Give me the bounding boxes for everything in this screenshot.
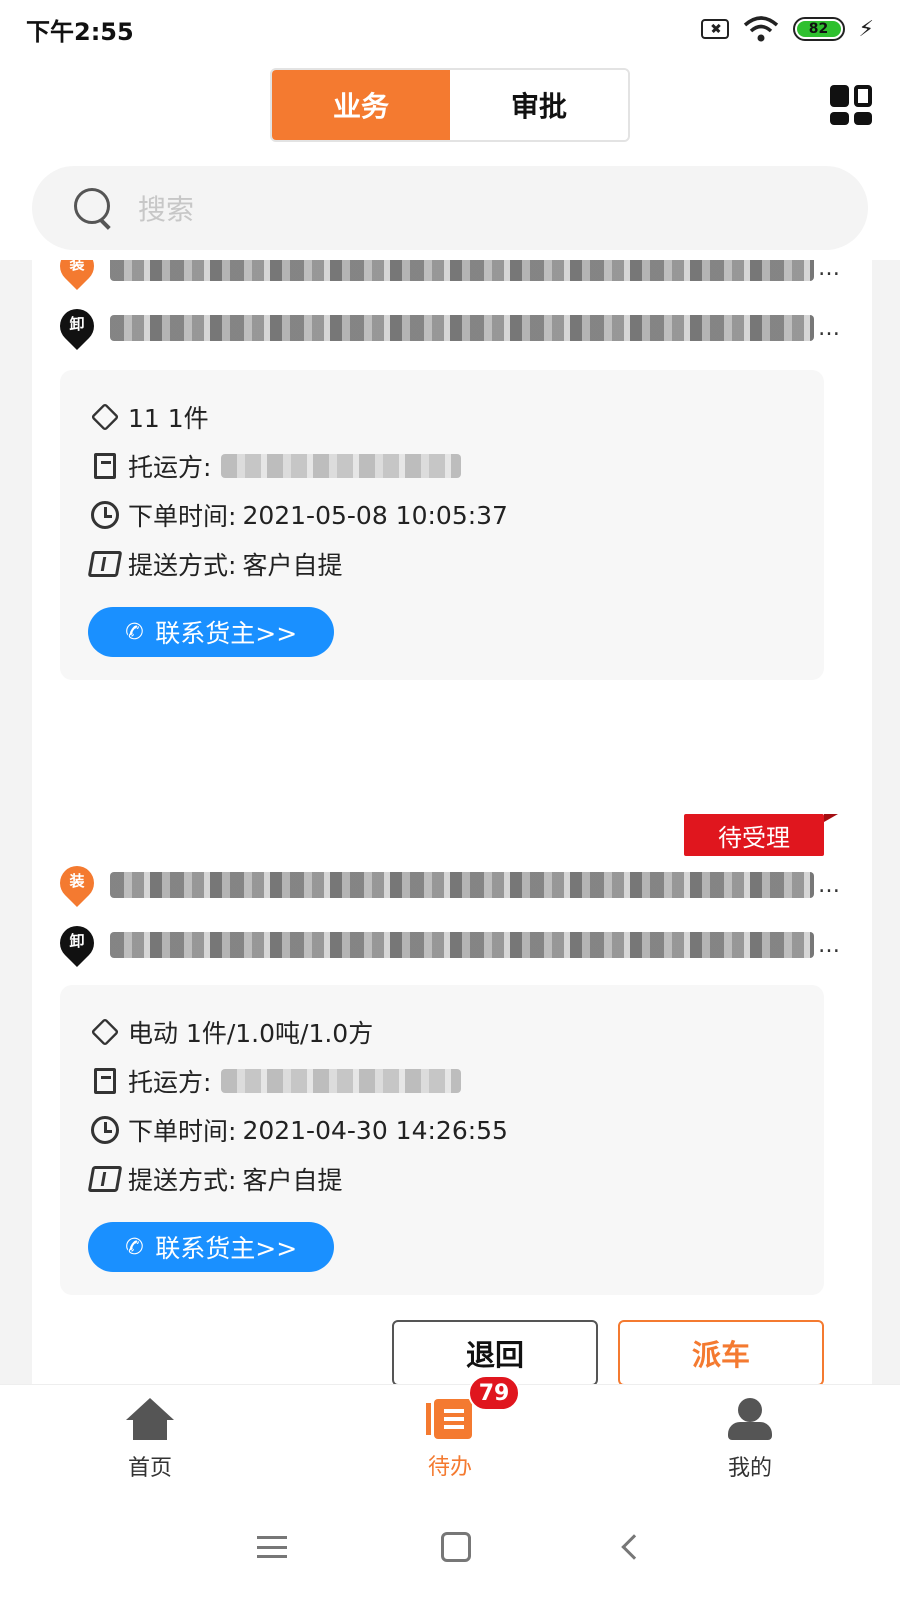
todo-list-icon [426,1398,474,1441]
order-time-label: 下单时间: [128,1117,237,1146]
load-address-blurred [110,872,814,898]
goods-row: 电动 1件/1.0吨/1.0方 [90,1015,373,1049]
order-time-row: 下单时间: 2021-04-30 14:26:55 [90,1113,508,1147]
phone-icon: ✆ [122,618,146,646]
box-icon [90,1017,120,1047]
tab-home[interactable]: 首页 [0,1385,300,1494]
search-area: 搜索 [0,160,900,260]
tab-approval[interactable]: 审批 [450,70,628,140]
header: 业务 审批 [0,58,900,160]
order-time-row: 下单时间: 2021-05-08 10:05:37 [90,498,508,532]
building-icon [90,451,120,481]
unload-address-row: 卸 … [52,301,840,351]
search-placeholder: 搜索 [138,193,195,226]
load-pin-icon: 装 [52,260,102,291]
back-icon[interactable] [621,1534,647,1560]
status-bar: 下午2:55 82 ⚡ [0,0,900,58]
shipper-row: 托运方: [90,449,462,483]
segment-control: 业务 审批 [270,68,630,142]
clock-icon [90,1115,120,1145]
status-badge: 待受理 [684,814,838,856]
contact-label: 联系货主>> [155,1234,298,1263]
contact-label: 联系货主>> [155,619,298,648]
order-info-box: 11 1件 托运方: 下单时间: 2021-05-08 10:05:37 提送方… [60,370,824,680]
todo-count-badge: 79 [468,1375,520,1411]
tab-mine-label: 我的 [727,1455,772,1481]
status-time: 下午2:55 [26,17,134,46]
order-time-value: 2021-05-08 10:05:37 [242,500,508,530]
home-button-icon[interactable] [441,1532,471,1562]
unload-address-row: 卸 … [52,918,840,968]
load-address-blurred [110,260,814,281]
goods-row: 11 1件 [90,400,209,434]
recent-apps-icon[interactable] [257,1536,287,1558]
box-icon [90,402,120,432]
unload-pin-icon: 卸 [52,918,102,968]
order-info-box: 电动 1件/1.0吨/1.0方 托运方: 下单时间: 2021-04-30 14… [60,985,824,1295]
load-pin-icon: 装 [52,858,102,908]
search-input[interactable]: 搜索 [32,166,868,250]
no-sim-icon [700,19,729,39]
delivery-row: 提送方式: 客户自提 [87,1162,343,1196]
search-icon [74,188,114,228]
unload-pin-icon: 卸 [52,301,102,351]
shipper-name-blurred [221,454,462,478]
order-time-label: 下单时间: [128,502,237,531]
home-icon [124,1397,176,1442]
delivery-label: 提送方式: [128,1166,237,1195]
delivery-value: 客户自提 [242,551,343,580]
charging-icon: ⚡ [858,16,874,42]
system-nav-bar [0,1494,900,1600]
tab-todo[interactable]: 待办 [300,1385,600,1494]
order-list[interactable]: 装 … 卸 … 11 1件 托运方: 下单时间: 2021-05-08 10:0… [0,260,900,1384]
order-time-value: 2021-04-30 14:26:55 [242,1115,508,1145]
tab-business[interactable]: 业务 [272,70,450,140]
tab-mine[interactable]: 我的 [600,1385,900,1494]
contact-shipper-button[interactable]: ✆ 联系货主>> [88,1222,334,1272]
order-card: 待受理 装 … 卸 … 电动 1件/1.0吨/1.0方 托运方: 下单时间: 2… [32,814,872,1384]
delivery-row: 提送方式: 客户自提 [87,547,343,581]
shipper-name-blurred [221,1069,462,1093]
map-icon [87,549,123,579]
bottom-tab-bar: 首页 待办 我的 79 [0,1375,900,1494]
wifi-icon [743,16,778,42]
tab-home-label: 首页 [127,1455,172,1481]
battery-level: 82 [796,21,841,37]
contact-shipper-button[interactable]: ✆ 联系货主>> [88,607,334,657]
battery-icon: 82 [792,17,845,41]
goods-text: 电动 1件/1.0吨/1.0方 [128,1019,374,1048]
unload-address-blurred [110,315,814,341]
clock-icon [90,500,120,530]
goods-text: 11 1件 [128,404,209,433]
shipper-label: 托运方: [128,453,212,482]
load-address-row: 装 … [52,858,840,908]
shipper-label: 托运方: [128,1068,212,1097]
status-icons: 82 ⚡ [700,15,874,43]
unload-address-blurred [110,932,814,958]
tab-todo-label: 待办 [427,1454,472,1480]
building-icon [90,1066,120,1096]
map-icon [87,1164,123,1194]
delivery-label: 提送方式: [128,551,237,580]
apps-grid-icon[interactable] [830,85,872,125]
user-icon [726,1397,774,1442]
delivery-value: 客户自提 [242,1166,343,1195]
dispatch-button[interactable]: 派车 [618,1320,824,1384]
shipper-row: 托运方: [90,1064,462,1098]
phone-icon: ✆ [122,1233,146,1261]
load-address-row: 装 … [52,260,840,291]
